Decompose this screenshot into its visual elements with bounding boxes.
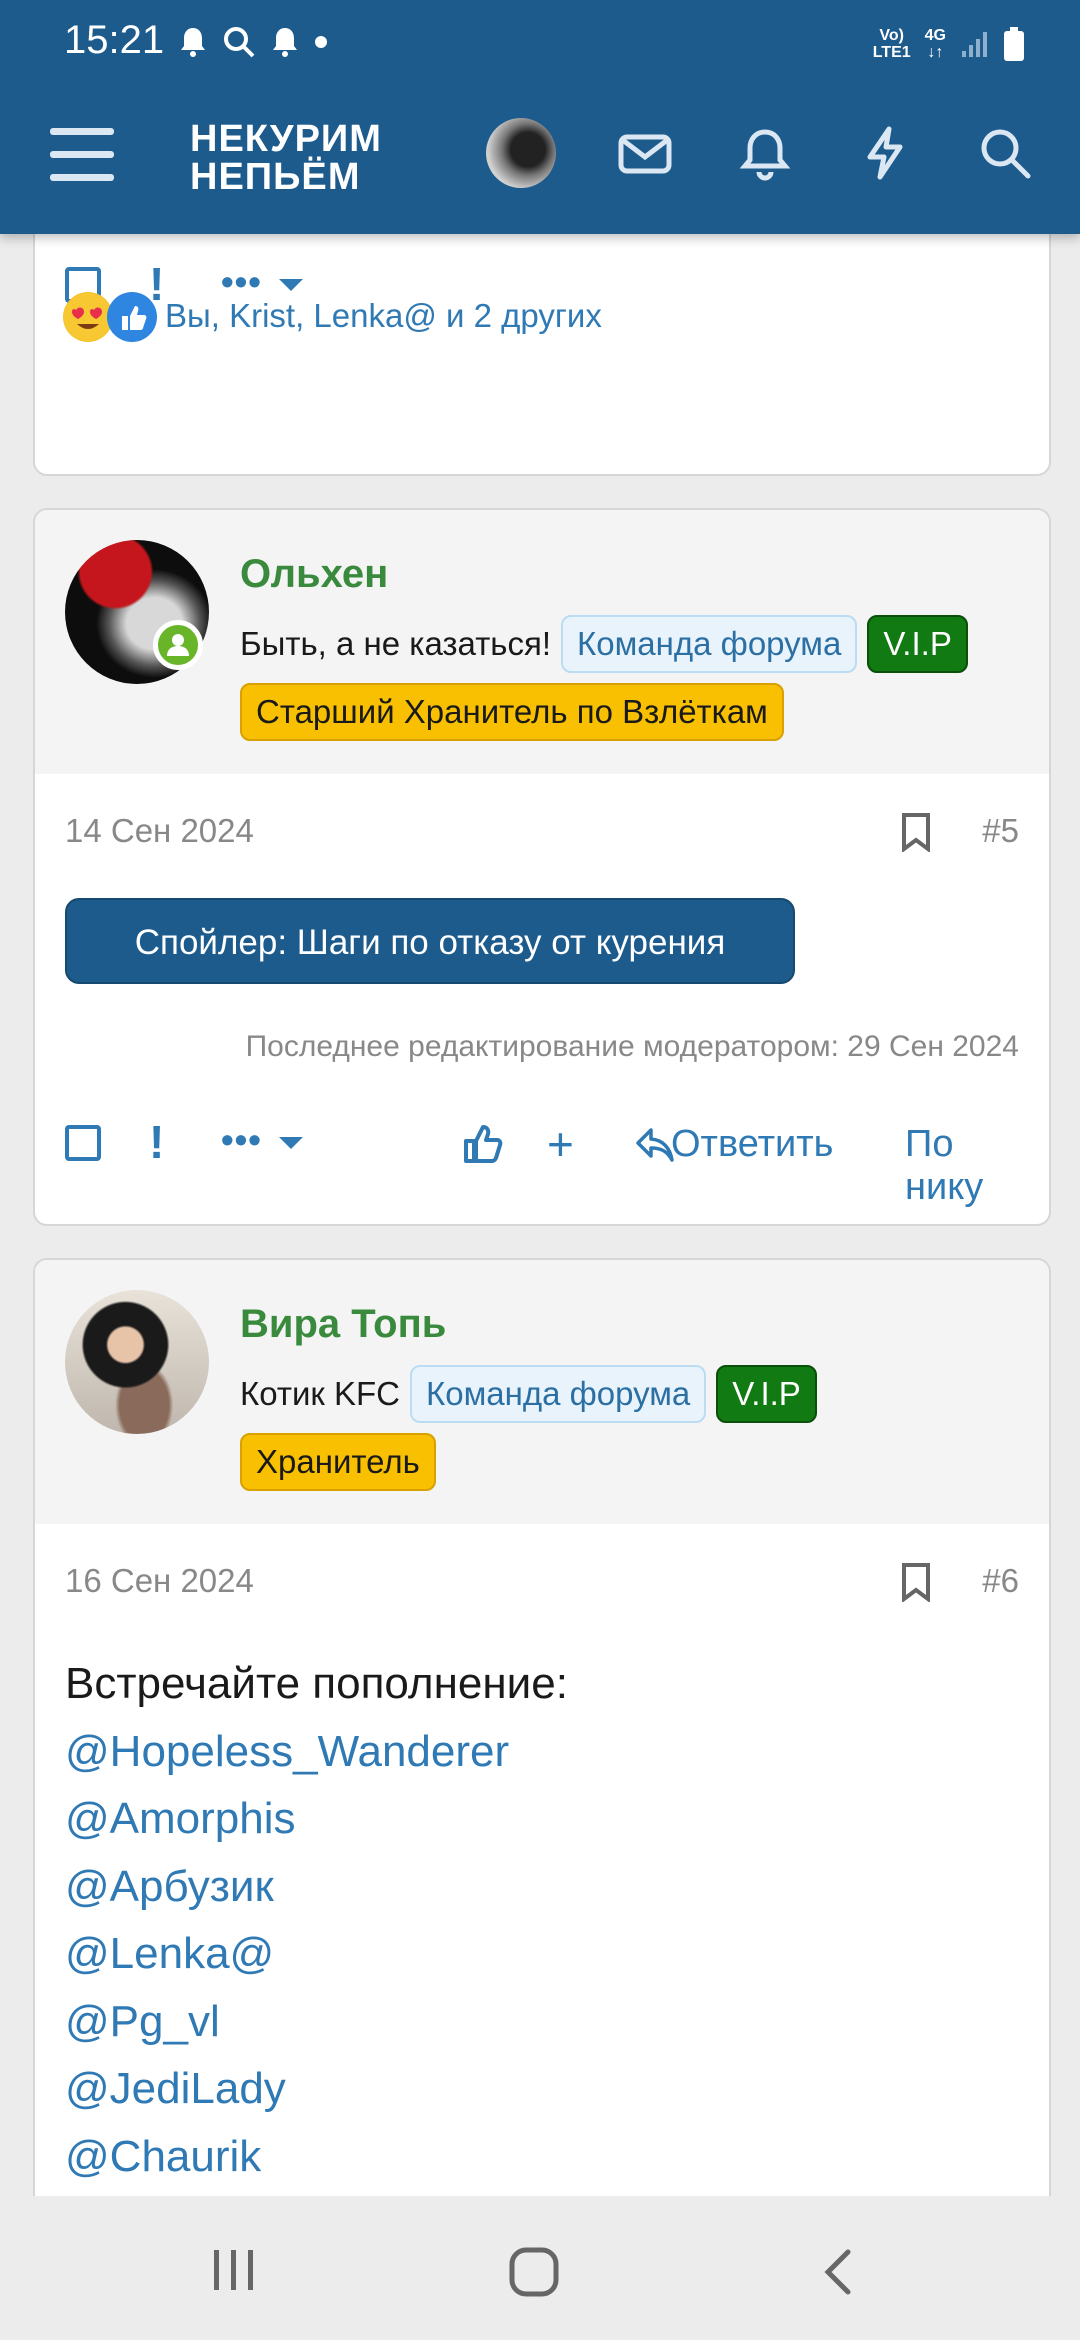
- search-notification-icon: [224, 27, 255, 58]
- bookmark-icon[interactable]: [901, 812, 931, 852]
- lightning-icon[interactable]: [856, 124, 914, 182]
- search-icon[interactable]: [976, 124, 1034, 182]
- user-avatar[interactable]: [486, 118, 556, 188]
- mail-icon[interactable]: [616, 124, 674, 182]
- online-status-icon: [153, 620, 203, 670]
- reactions-summary[interactable]: Вы, Krist, Lenka@ и 2 других: [165, 297, 602, 335]
- reply-button[interactable]: Ответить: [671, 1123, 833, 1166]
- badge-forum-team: Команда форума: [410, 1365, 707, 1423]
- post-author-header: Ольхен Быть, а не казаться! Команда фору…: [35, 510, 1049, 774]
- post-card-5: Ольхен Быть, а не казаться! Команда фору…: [33, 508, 1051, 1226]
- post-date[interactable]: 14 Сен 2024: [65, 812, 254, 850]
- like-emoji-icon: [107, 292, 157, 342]
- more-menu-button[interactable]: •••: [221, 1119, 262, 1161]
- user-mention[interactable]: @Lenka@: [65, 1920, 568, 1988]
- site-logo[interactable]: НЕКУРИМ НЕПЬЁМ: [190, 120, 382, 196]
- author-badges: Быть, а не казаться! Команда форума V.I.…: [240, 615, 1020, 741]
- recent-apps-icon[interactable]: [210, 2246, 258, 2294]
- post-date[interactable]: 16 Сен 2024: [65, 1562, 254, 1600]
- post-card-6: Вира Топь Котик KFC Команда форума V.I.P…: [33, 1258, 1051, 2262]
- author-badges: Котик KFC Команда форума V.I.P Хранитель: [240, 1365, 1020, 1491]
- home-icon[interactable]: [508, 2246, 560, 2298]
- signal-icon: [962, 32, 987, 57]
- app-header: 15:21 Vo) LTE1 4G ↓↑ НЕКУРИМ НЕПЬЁМ: [0, 0, 1080, 234]
- system-navigation-bar: [0, 2196, 1080, 2340]
- volte-label: Vo): [879, 27, 904, 44]
- author-title: Быть, а не казаться!: [240, 625, 552, 662]
- spoiler-button[interactable]: Спойлер: Шаги по отказу от курения: [65, 898, 795, 984]
- author-title: Котик KFC: [240, 1375, 401, 1412]
- dot-icon: [315, 36, 327, 48]
- quote-by-nick-button[interactable]: По нику: [905, 1123, 1019, 1209]
- author-username[interactable]: Вира Топь: [240, 1302, 446, 1347]
- notification-bell-icon: [181, 28, 205, 57]
- back-icon[interactable]: [818, 2246, 858, 2298]
- reply-arrow-icon[interactable]: [635, 1127, 675, 1163]
- status-time: 15:21: [64, 18, 165, 62]
- edited-note: Последнее редактирование модератором: 29…: [245, 1030, 1019, 1063]
- author-avatar[interactable]: [65, 1290, 209, 1434]
- add-reaction-button[interactable]: +: [547, 1117, 574, 1171]
- user-mention[interactable]: @Hopeless_Wanderer: [65, 1718, 568, 1786]
- user-mention[interactable]: @Арбузик: [65, 1853, 568, 1921]
- status-icons: [178, 20, 328, 64]
- menu-button[interactable]: [50, 128, 114, 188]
- badge-vip: V.I.P: [867, 615, 968, 673]
- badge-keeper: Хранитель: [240, 1433, 436, 1491]
- user-mention[interactable]: @JediLady: [65, 2055, 568, 2123]
- author-username[interactable]: Ольхен: [240, 552, 388, 597]
- select-checkbox[interactable]: [65, 1125, 101, 1161]
- battery-icon: [1004, 27, 1024, 61]
- post-number[interactable]: #6: [982, 1562, 1019, 1600]
- post-author-header: Вира Топь Котик KFC Команда форума V.I.P…: [35, 1260, 1049, 1524]
- love-eyes-emoji-icon: [63, 292, 113, 342]
- notification-bell-icon: [273, 28, 297, 57]
- 4g-label: 4G: [924, 27, 946, 44]
- chevron-down-icon[interactable]: [279, 1137, 303, 1149]
- like-thumb-icon[interactable]: [461, 1123, 503, 1165]
- post-actions: ! ••• + Ответить По нику: [65, 1115, 1019, 1208]
- user-mention[interactable]: @Chaurik: [65, 2123, 568, 2191]
- bookmark-icon[interactable]: [901, 1562, 931, 1602]
- chevron-down-icon[interactable]: [279, 279, 303, 291]
- badge-senior-keeper: Старший Хранитель по Взлёткам: [240, 683, 784, 741]
- user-mention[interactable]: @Pg_vl: [65, 1988, 568, 2056]
- post-intro: Встречайте пополнение:: [65, 1659, 568, 1708]
- badge-forum-team: Команда форума: [561, 615, 858, 673]
- post-number[interactable]: #5: [982, 812, 1019, 850]
- status-icons-right: Vo) LTE1 4G ↓↑: [873, 22, 1024, 66]
- alerts-bell-icon[interactable]: [736, 124, 794, 182]
- badge-vip: V.I.P: [716, 1365, 817, 1423]
- report-button[interactable]: !: [149, 1115, 164, 1169]
- lte-label: LTE1: [872, 44, 911, 61]
- post-body: Встречайте пополнение: @Hopeless_Wandere…: [65, 1650, 568, 2190]
- user-mention[interactable]: @Amorphis: [65, 1785, 568, 1853]
